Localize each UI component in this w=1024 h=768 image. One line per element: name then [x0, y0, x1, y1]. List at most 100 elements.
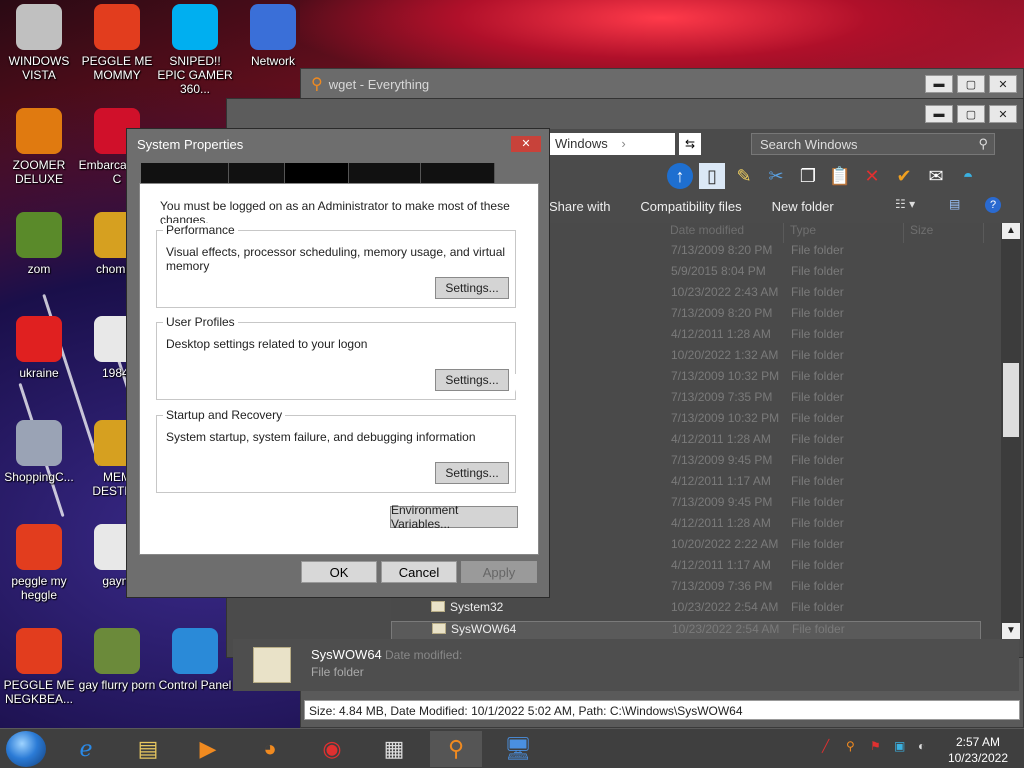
file-name: SysWOW64 [432, 622, 516, 636]
preview-pane-icon[interactable]: ▤ [949, 197, 960, 211]
compatibility-files-button[interactable]: Compatibility files [640, 199, 741, 214]
column-header-size[interactable]: Size [904, 223, 984, 243]
uc-browser-icon[interactable]: ◕ [244, 731, 296, 767]
tab-system-protection[interactable] [349, 163, 421, 185]
search-tray-icon[interactable]: ⚲ [846, 739, 862, 755]
copy-icon[interactable]: ❐ [795, 163, 821, 189]
file-name-text: System32 [450, 600, 504, 614]
desktop-icon[interactable]: peggle my heggle [0, 524, 78, 602]
cancel-button[interactable]: Cancel [381, 561, 457, 583]
document-app-icon[interactable]: ▦ [368, 731, 420, 767]
dialog-title[interactable]: System Properties [127, 129, 549, 159]
explorer-folder-icon[interactable]: ▤ [122, 731, 174, 767]
chrome-icon[interactable]: ◉ [306, 731, 358, 767]
file-date: 4/12/2011 1:28 AM [671, 327, 771, 341]
media-player-icon[interactable]: ▶ [182, 731, 234, 767]
clock[interactable]: 2:57 AM 10/23/2022 [948, 734, 1008, 766]
performance-settings-button[interactable]: Settings... [435, 277, 509, 299]
file-type: File folder [791, 369, 844, 383]
desktop-icon-label: ShoppingC... [4, 470, 74, 484]
file-row[interactable]: System32 10/23/2022 2:54 AM File folder [391, 600, 981, 621]
properties-icon[interactable]: ✎ [731, 163, 757, 189]
details-name: SysWOW64 [311, 647, 382, 662]
tab-remote[interactable] [421, 163, 495, 185]
file-date: 4/12/2011 1:28 AM [671, 432, 771, 446]
user-profiles-settings-button[interactable]: Settings... [435, 369, 509, 391]
share-with-button[interactable]: Share with [549, 199, 610, 214]
startup-settings-button[interactable]: Settings... [435, 462, 509, 484]
start-button[interactable] [6, 731, 46, 767]
desktop-icon[interactable]: ZOOMER DELUXE [0, 108, 78, 186]
shell-icon[interactable]: ◓ [955, 163, 981, 189]
maximize-button[interactable]: ▢ [957, 75, 985, 93]
desktop-icon[interactable]: WINDOWS VISTA [0, 4, 78, 82]
explorer-maximize-button[interactable]: ▢ [957, 105, 985, 123]
desktop-icon[interactable]: PEGGLE ME MOMMY [78, 4, 156, 82]
performance-legend: Performance [163, 223, 238, 237]
breadcrumb-windows[interactable]: Windows [555, 136, 608, 151]
desktop-icon[interactable]: Network [234, 4, 312, 68]
internet-explorer-icon[interactable]: ℯ [60, 731, 112, 767]
file-date: 10/23/2022 2:54 AM [671, 600, 779, 614]
desktop-icon-label: ZOOMER DELUXE [12, 158, 66, 186]
environment-variables-button[interactable]: Environment Variables... [390, 503, 518, 531]
user-profiles-group: User Profiles Desktop settings related t… [156, 315, 516, 400]
file-type: File folder [791, 348, 844, 362]
scroll-down-icon[interactable]: ▼ [1002, 623, 1020, 639]
column-header-date[interactable]: Date modified [664, 223, 784, 243]
desktop-icon[interactable]: zom [0, 212, 78, 276]
desktop-icon[interactable]: Control Panel [156, 628, 234, 692]
help-icon[interactable]: ? [985, 197, 1001, 213]
tab-hardware[interactable] [229, 163, 285, 185]
search-input[interactable]: Search Windows ⚲ [751, 133, 995, 155]
scroll-thumb[interactable] [1003, 363, 1019, 437]
up-arrow-icon[interactable]: ↑ [667, 163, 693, 189]
pane-toggle-icon[interactable]: ▯ [699, 163, 725, 189]
ok-button[interactable]: OK [301, 561, 377, 583]
close-button[interactable]: ✕ [989, 75, 1017, 93]
desktop-icon[interactable]: PEGGLE ME NEGKBEA... [0, 628, 78, 706]
file-date: 10/23/2022 2:54 AM [672, 622, 780, 636]
desktop-icon[interactable]: ShoppingC... [0, 420, 78, 484]
file-type: File folder [791, 558, 844, 572]
flag-tray-icon[interactable]: ⚑ [870, 739, 886, 755]
desktop-icon[interactable]: SNIPED!! EPIC GAMER 360... [156, 4, 234, 96]
desktop-icon[interactable]: ukraine [0, 316, 78, 380]
view-options-icon[interactable]: ☷ ▾ [895, 197, 915, 211]
tab-computer-name[interactable] [141, 163, 229, 185]
monitor-tray-icon[interactable]: ▣ [894, 739, 910, 755]
dialog-close-button[interactable]: ✕ [511, 136, 541, 152]
mouse-cursor-icon [515, 374, 529, 392]
refresh-button[interactable]: ⇆ [679, 133, 701, 155]
scroll-up-icon[interactable]: ▲ [1002, 223, 1020, 239]
explorer-title-bar[interactable] [227, 99, 1023, 129]
address-bar[interactable]: Windows › [549, 133, 675, 155]
search-magnifier-icon[interactable]: ⚲ [430, 731, 482, 767]
delete-icon[interactable]: ✕ [859, 163, 885, 189]
remote-desktop-icon[interactable]: 🖥 [492, 731, 544, 767]
file-row[interactable]: SysWOW64 10/23/2022 2:54 AM File folder [391, 621, 981, 639]
volume-tray-icon[interactable]: ◐ [918, 739, 934, 755]
peggle-icon [16, 628, 62, 674]
pen-tray-icon[interactable]: ╱ [822, 739, 838, 755]
vertical-scrollbar[interactable]: ▲ ▼ [1001, 223, 1021, 639]
explorer-minimize-button[interactable]: ▬ [925, 105, 953, 123]
apply-button[interactable]: Apply [461, 561, 537, 583]
file-type: File folder [791, 432, 844, 446]
paste-icon[interactable]: 📋 [827, 163, 853, 189]
cut-icon[interactable]: ✂ [763, 163, 789, 189]
checkmark-icon[interactable]: ✔ [891, 163, 917, 189]
new-folder-button[interactable]: New folder [772, 199, 834, 214]
column-header-type[interactable]: Type [784, 223, 904, 243]
desktop-icon[interactable]: gay flurry porn [78, 628, 156, 692]
explorer-close-button[interactable]: ✕ [989, 105, 1017, 123]
details-pane: SysWOW64 Date modified: File folder [233, 639, 1019, 691]
file-date: 10/23/2022 2:43 AM [671, 285, 779, 299]
email-icon[interactable]: ✉ [923, 163, 949, 189]
tab-advanced[interactable] [285, 163, 349, 185]
file-type: File folder [791, 579, 844, 593]
flower-icon [16, 212, 62, 258]
everything-title-bar[interactable]: ⚲ wget - Everything [301, 69, 1023, 99]
minimize-button[interactable]: ▬ [925, 75, 953, 93]
file-date: 7/13/2009 8:20 PM [671, 306, 773, 320]
